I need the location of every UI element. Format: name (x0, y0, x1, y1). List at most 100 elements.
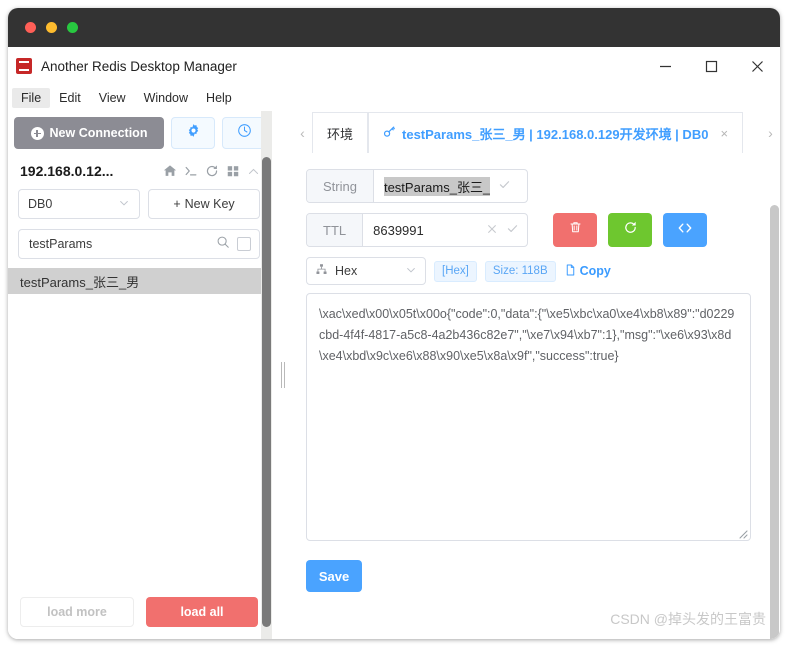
copy-label: Copy (579, 264, 611, 278)
new-connection-label: New Connection (49, 126, 148, 140)
plus-icon: + (173, 197, 181, 211)
viewer-toolbar: Hex [Hex] Size: 118B Copy (306, 257, 751, 285)
copy-button[interactable]: Copy (564, 263, 611, 280)
close-icon[interactable] (486, 223, 498, 238)
settings-icon (186, 123, 201, 143)
history-icon (237, 123, 252, 143)
settings-button[interactable] (171, 117, 215, 149)
terminal-icon[interactable] (184, 164, 198, 178)
server-header: 192.168.0.12... (8, 149, 272, 185)
detected-format-badge: [Hex] (434, 260, 477, 282)
load-all-button[interactable]: load all (146, 597, 258, 627)
key-name-input-group[interactable]: String testParams_张三_ (306, 169, 528, 203)
key-name-value[interactable]: testParams_张三_ (383, 176, 491, 196)
new-key-button[interactable]: + New Key (148, 189, 260, 219)
menu-bar: File Edit View Window Help (8, 85, 780, 111)
menu-item-window[interactable]: Window (135, 88, 197, 108)
value-textarea[interactable]: \xac\xed\x00\x05t\x00o{"code":0,"data":{… (306, 293, 751, 541)
tab-bar: ‹ 环境 testParams_张三_男 | 192.168.0.129开发环境… (292, 111, 780, 153)
database-select[interactable]: DB0 (18, 189, 140, 219)
connection-toolbar: New Connection (8, 111, 272, 149)
content-scrollbar-thumb[interactable] (770, 205, 779, 639)
check-icon[interactable] (506, 222, 519, 238)
reload-key-button[interactable] (608, 213, 652, 247)
menu-item-file[interactable]: File (12, 88, 51, 108)
list-item[interactable]: testParams_张三_男 (8, 268, 272, 294)
regex-match-checkbox[interactable] (237, 237, 251, 251)
grid-icon[interactable] (226, 164, 240, 178)
chevron-down-icon (405, 264, 417, 279)
new-key-label: New Key (184, 197, 235, 211)
menu-item-edit[interactable]: Edit (50, 88, 90, 108)
traffic-light-zoom[interactable] (67, 22, 78, 33)
tab-key-detail-label: testParams_张三_男 | 192.168.0.129开发环境 | DB… (402, 126, 709, 142)
new-connection-button[interactable]: New Connection (14, 117, 164, 149)
database-select-value: DB0 (28, 197, 53, 211)
check-icon[interactable] (498, 178, 511, 194)
code-view-button[interactable] (663, 213, 707, 247)
window-minimize-button[interactable] (642, 47, 688, 85)
refresh-icon[interactable] (205, 164, 219, 178)
ttl-label: TTL (307, 214, 364, 246)
copy-icon (564, 263, 577, 280)
content-panel: ‹ 环境 testParams_张三_男 | 192.168.0.129开发环境… (292, 111, 780, 639)
sidebar-scrollbar-track[interactable] (261, 111, 272, 639)
size-badge: Size: 118B (484, 260, 556, 282)
database-row: DB0 + New Key (8, 185, 272, 219)
plus-circle-icon (30, 126, 44, 140)
content-scrollbar-track[interactable] (769, 153, 780, 639)
traffic-light-minimize[interactable] (46, 22, 57, 33)
main-body: New Connection 192.168.0.12... DB0 + New… (8, 111, 780, 639)
format-select[interactable]: Hex (306, 257, 426, 285)
chevron-down-icon (118, 197, 130, 212)
server-action-icons (163, 164, 260, 178)
ttl-input-group[interactable]: TTL 8639991 (306, 213, 528, 247)
format-select-value: Hex (335, 264, 358, 278)
app-title-bar: Another Redis Desktop Manager (8, 47, 780, 85)
splitter-grip-icon (281, 362, 285, 388)
application-window: Another Redis Desktop Manager File Edit … (8, 8, 780, 639)
tab-environment-label: 环境 (327, 126, 354, 142)
trash-icon (568, 220, 583, 240)
app-logo-icon (16, 58, 32, 74)
tab-close-icon[interactable]: × (720, 126, 728, 141)
sidebar-scrollbar-thumb[interactable] (262, 157, 271, 627)
chevron-up-icon[interactable] (247, 165, 260, 178)
window-close-button[interactable] (734, 47, 780, 85)
value-text: \xac\xed\x00\x05t\x00o{"code":0,"data":{… (319, 307, 735, 363)
delete-key-button[interactable] (553, 213, 597, 247)
tab-scroll-left-button[interactable]: ‹ (293, 112, 312, 153)
search-icon[interactable] (216, 235, 230, 254)
load-more-button[interactable]: load more (20, 597, 134, 627)
tab-scroll-right-button[interactable]: › (761, 112, 780, 153)
code-icon (677, 220, 693, 241)
key-search-input[interactable]: testParams (18, 229, 260, 259)
tab-environment[interactable]: 环境 (312, 112, 369, 153)
save-button[interactable]: Save (306, 560, 362, 592)
key-search-value: testParams (29, 237, 93, 251)
key-type-label: String (307, 170, 374, 202)
key-icon (383, 125, 396, 141)
resize-handle-icon[interactable] (735, 525, 748, 539)
traffic-light-close[interactable] (25, 22, 36, 33)
menu-item-help[interactable]: Help (197, 88, 241, 108)
server-name-label: 192.168.0.12... (20, 163, 114, 179)
refresh-icon (623, 220, 638, 240)
ttl-value[interactable]: 8639991 (373, 223, 478, 238)
home-icon[interactable] (163, 164, 177, 178)
key-list: testParams_张三_男 (8, 268, 272, 294)
sidebar: New Connection 192.168.0.12... DB0 + New… (8, 111, 273, 639)
menu-item-view[interactable]: View (90, 88, 135, 108)
history-button[interactable] (222, 117, 266, 149)
panel-splitter[interactable] (273, 111, 292, 639)
window-maximize-button[interactable] (688, 47, 734, 85)
binary-icon (315, 263, 328, 279)
tab-key-detail[interactable]: testParams_张三_男 | 192.168.0.129开发环境 | DB… (368, 112, 744, 153)
app-title-text: Another Redis Desktop Manager (41, 58, 237, 74)
key-list-footer: load more load all (8, 585, 272, 639)
key-search-row: testParams (8, 219, 272, 259)
key-detail-content: String testParams_张三_ TTL 8639991 Hex [H… (292, 153, 769, 639)
macos-title-bar (8, 8, 780, 47)
key-name-row: String testParams_张三_ (306, 169, 751, 203)
ttl-row: TTL 8639991 (306, 213, 751, 247)
